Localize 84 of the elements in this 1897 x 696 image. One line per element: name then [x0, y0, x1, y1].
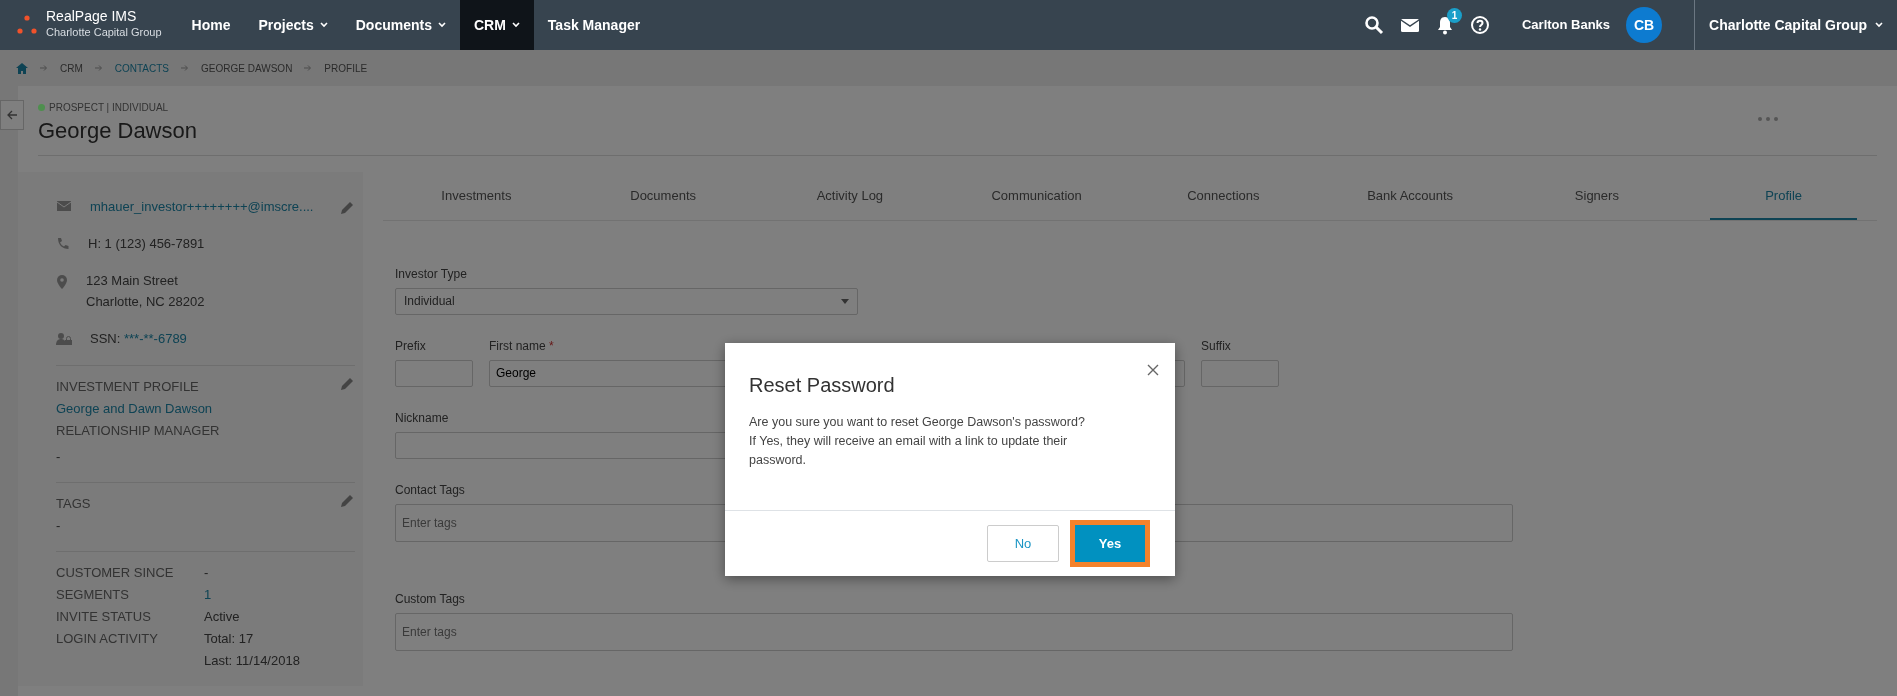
tab[interactable]: Signers: [1523, 172, 1671, 220]
home-icon[interactable]: [16, 62, 28, 74]
user-avatar[interactable]: CB: [1626, 7, 1663, 43]
breadcrumb-item: CRM: [60, 61, 83, 76]
phone-text: H: 1 (123) 456-7891: [88, 235, 206, 254]
cancel-button[interactable]: No: [987, 525, 1059, 562]
person-lock-icon: [56, 332, 72, 347]
contact-status: PROSPECT | INDIVIDUAL: [49, 101, 169, 115]
pencil-icon[interactable]: [339, 493, 355, 510]
input-field[interactable]: [395, 359, 473, 387]
investor-type-select[interactable]: Individual: [395, 287, 858, 315]
breadcrumb-item[interactable]: CONTACTS: [114, 60, 170, 76]
tab[interactable]: Connections: [1150, 172, 1297, 220]
breadcrumb-item: PROFILE: [324, 61, 368, 76]
caret-icon: [511, 22, 520, 28]
fact-value: -: [204, 564, 209, 583]
tab[interactable]: Documents: [589, 172, 737, 220]
tab[interactable]: Investments: [403, 172, 550, 220]
arrow-icon: [304, 64, 313, 72]
tab[interactable]: Communication: [963, 172, 1110, 220]
fact-label: INVITE STATUS: [56, 608, 152, 627]
section-heading: INVESTMENT PROFILE: [56, 378, 199, 397]
search-icon[interactable]: [1363, 15, 1384, 35]
field-value: -: [56, 448, 62, 467]
field-label: Prefix: [395, 337, 426, 355]
tab[interactable]: Profile: [1710, 172, 1857, 220]
fact-label: CUSTOMER SINCE: [56, 564, 175, 583]
field-label: First name *: [489, 337, 554, 355]
field-label: Custom Tags: [395, 590, 465, 608]
organization-name: Charlotte Capital Group: [46, 25, 162, 41]
field-value: -: [56, 517, 62, 536]
tab[interactable]: Bank Accounts: [1336, 172, 1484, 220]
address-text: 123 Main Street Charlotte, NC 28202: [86, 272, 206, 312]
arrow-icon: [94, 64, 103, 72]
help-icon[interactable]: [1469, 15, 1490, 35]
breadcrumb-item: GEORGE DAWSON: [201, 61, 293, 76]
pencil-icon[interactable]: [339, 376, 355, 393]
company-switcher[interactable]: Charlotte Capital Group: [1694, 0, 1897, 50]
logo-icon: [16, 14, 38, 36]
section-heading: RELATIONSHIP MANAGER: [56, 422, 221, 441]
nav-link[interactable]: Documents: [341, 0, 460, 50]
nav-link[interactable]: Home: [177, 0, 245, 50]
email-icon: [56, 200, 72, 213]
caret-icon: [319, 22, 328, 28]
envelope-icon[interactable]: [1399, 17, 1420, 33]
more-icon[interactable]: [1757, 116, 1779, 122]
field-label: Suffix: [1201, 337, 1231, 355]
investment-profile-link[interactable]: George and Dawn Dawson: [56, 398, 355, 421]
tab[interactable]: Activity Log: [776, 172, 924, 220]
notification-badge: 1: [1446, 7, 1462, 23]
fact-label: LOGIN ACTIVITY: [56, 630, 159, 649]
field-label: Nickname: [395, 409, 449, 427]
tags-input[interactable]: Enter tags: [395, 612, 1513, 651]
back-button[interactable]: [0, 100, 24, 130]
app-name: RealPage IMS: [46, 9, 138, 25]
field-label: Investor Type: [395, 265, 467, 283]
map-pin-icon: [56, 274, 68, 291]
fact-value: Active: [204, 608, 240, 627]
caret-icon: [437, 22, 446, 28]
nav-link[interactable]: Task Manager: [533, 0, 655, 50]
nav-link[interactable]: Projects: [244, 0, 342, 50]
arrow-icon: [181, 64, 190, 72]
contact-name: George Dawson: [38, 118, 197, 145]
fact-value: Total: 17: [204, 630, 255, 649]
field-label: Contact Tags: [395, 481, 465, 499]
email-link[interactable]: mhauer_investor++++++++@imscre....: [90, 199, 314, 215]
back-arrow-icon: [7, 110, 17, 120]
caret-icon: [1875, 22, 1883, 28]
nav-link[interactable]: CRM: [459, 0, 534, 50]
fact-label: SEGMENTS: [56, 586, 130, 605]
fact-link[interactable]: 1: [204, 584, 212, 607]
section-heading: TAGS: [56, 495, 91, 514]
close-icon: [1147, 363, 1159, 376]
caret-icon: [841, 298, 849, 304]
arrow-icon: [40, 64, 48, 72]
input-field[interactable]: [1201, 359, 1279, 387]
bell-icon[interactable]: [1435, 15, 1454, 36]
dialog-message: Are you sure you want to reset George Dawson's password?: [749, 414, 1086, 431]
dialog-message: If Yes, they will receive an email with a link to update their password.: [749, 433, 1069, 469]
phone-icon: [56, 237, 70, 252]
pencil-icon[interactable]: [339, 200, 355, 217]
fact-value: Last: 11/14/2018: [204, 652, 300, 671]
ssn-text: SSN: ***-**-6789: [90, 330, 188, 349]
user-name[interactable]: Carlton Banks: [1521, 15, 1611, 35]
